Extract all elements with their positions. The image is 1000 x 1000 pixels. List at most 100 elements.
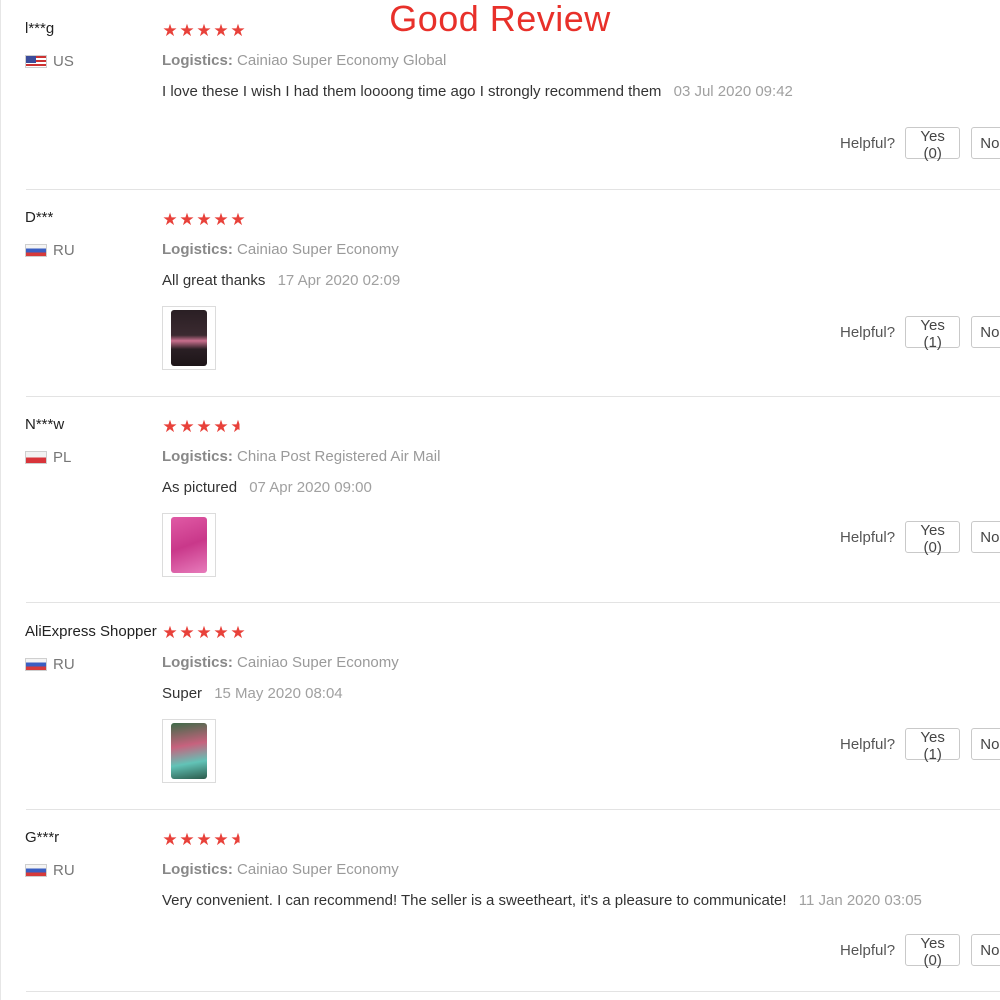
review-body: Super — [162, 685, 203, 702]
review-photo-thumbnail[interactable] — [162, 513, 216, 577]
helpful-label: Helpful? — [840, 323, 896, 341]
star-icon: ★ — [196, 21, 212, 40]
review-date: 15 May 2020 08:04 — [214, 685, 343, 702]
star-icon: ★ — [179, 623, 195, 642]
helpful-yes-button[interactable]: Yes (0) — [905, 934, 961, 969]
review-body: As pictured — [162, 479, 238, 496]
star-icon: ★ — [213, 623, 229, 642]
divider — [26, 991, 1000, 992]
star-rating: ★ ★ ★ ★ ★ — [162, 210, 246, 229]
star-icon: ★ — [162, 417, 178, 436]
star-icon: ★ — [196, 417, 212, 436]
reviewer-name: G***r — [25, 829, 60, 846]
logistics-label: Logistics: — [162, 654, 233, 671]
helpful-controls: Helpful? Yes (0) No — [840, 127, 1000, 162]
review-photo-thumbnail[interactable] — [162, 306, 216, 370]
helpful-controls: Helpful? Yes (0) No — [840, 934, 1000, 969]
helpful-no-button[interactable]: No — [971, 316, 1000, 348]
review-item: D*** RU ★ ★ ★ ★ ★ Logistics: Cainiao Sup… — [0, 190, 1000, 397]
logistics-info: Logistics: Cainiao Super Economy — [162, 861, 399, 878]
star-rating: ★ ★ ★ ★ ★ — [162, 830, 246, 849]
reviewer-country: US — [25, 53, 74, 70]
helpful-no-button[interactable]: No — [971, 934, 1000, 966]
review-text: Super 15 May 2020 08:04 — [162, 685, 343, 702]
reviewer-name: N***w — [25, 416, 65, 433]
ru-flag-icon — [25, 658, 47, 671]
star-rating: ★ ★ ★ ★ ★ — [162, 623, 246, 642]
review-body: I love these I wish I had them loooong t… — [162, 83, 662, 100]
review-item: N***w PL ★ ★ ★ ★ ★ Logistics: China Post… — [0, 397, 1000, 603]
country-code: PL — [53, 449, 72, 466]
helpful-controls: Helpful? Yes (1) No — [840, 316, 1000, 351]
country-code: RU — [53, 242, 75, 259]
ru-flag-icon — [25, 864, 47, 877]
logistics-value: China Post Registered Air Mail — [237, 448, 441, 465]
helpful-no-button[interactable]: No — [971, 127, 1000, 159]
logistics-value: Cainiao Super Economy Global — [237, 52, 447, 69]
reviewer-name: D*** — [25, 209, 54, 226]
star-icon: ★ — [213, 830, 229, 849]
review-text: All great thanks 17 Apr 2020 02:09 — [162, 272, 400, 289]
star-icon: ★ — [230, 21, 246, 40]
star-icon: ★ — [179, 21, 195, 40]
star-icon: ★ — [162, 210, 178, 229]
logistics-info: Logistics: Cainiao Super Economy — [162, 654, 399, 671]
reviewer-name: l***g — [25, 20, 55, 37]
half-star-icon: ★ — [230, 830, 246, 849]
logistics-info: Logistics: China Post Registered Air Mai… — [162, 448, 440, 465]
review-photo-thumbnail[interactable] — [162, 719, 216, 783]
helpful-yes-button[interactable]: Yes (1) — [905, 316, 961, 351]
star-icon: ★ — [162, 830, 178, 849]
product-photo — [171, 723, 207, 779]
star-icon: ★ — [230, 623, 246, 642]
review-date: 07 Apr 2020 09:00 — [249, 479, 372, 496]
reviewer-name: AliExpress Shopper — [25, 623, 157, 640]
star-rating: ★ ★ ★ ★ ★ — [162, 417, 246, 436]
helpful-yes-button[interactable]: Yes (1) — [905, 728, 961, 763]
star-icon: ★ — [213, 21, 229, 40]
us-flag-icon — [25, 55, 47, 68]
helpful-controls: Helpful? Yes (0) No — [840, 521, 1000, 556]
review-date: 11 Jan 2020 03:05 — [798, 892, 922, 909]
helpful-yes-button[interactable]: Yes (0) — [905, 521, 961, 556]
ru-flag-icon — [25, 244, 47, 257]
star-icon: ★ — [179, 417, 195, 436]
star-icon: ★ — [213, 210, 229, 229]
product-photo — [171, 310, 207, 366]
helpful-label: Helpful? — [840, 134, 896, 152]
logistics-label: Logistics: — [162, 241, 233, 258]
reviewer-country: RU — [25, 862, 75, 879]
helpful-no-button[interactable]: No — [971, 521, 1000, 553]
logistics-label: Logistics: — [162, 52, 233, 69]
half-star-icon: ★ — [230, 417, 246, 436]
pl-flag-icon — [25, 451, 47, 464]
helpful-yes-button[interactable]: Yes (0) — [905, 127, 961, 162]
helpful-label: Helpful? — [840, 941, 896, 959]
review-body: All great thanks — [162, 272, 266, 289]
country-code: RU — [53, 656, 75, 673]
helpful-no-button[interactable]: No — [971, 728, 1000, 760]
star-icon: ★ — [196, 210, 212, 229]
helpful-controls: Helpful? Yes (1) No — [840, 728, 1000, 763]
star-rating: ★ ★ ★ ★ ★ — [162, 21, 246, 40]
logistics-value: Cainiao Super Economy — [237, 241, 399, 258]
country-code: US — [53, 53, 74, 70]
star-icon: ★ — [196, 830, 212, 849]
star-icon: ★ — [196, 623, 212, 642]
star-icon: ★ — [179, 830, 195, 849]
review-text: Very convenient. I can recommend! The se… — [162, 892, 922, 909]
product-photo — [171, 517, 207, 573]
review-item: G***r RU ★ ★ ★ ★ ★ Logistics: Cainiao Su… — [0, 810, 1000, 992]
helpful-label: Helpful? — [840, 735, 896, 753]
reviewer-country: RU — [25, 656, 75, 673]
review-body: Very convenient. I can recommend! The se… — [162, 892, 787, 909]
star-icon: ★ — [213, 417, 229, 436]
reviewer-country: RU — [25, 242, 75, 259]
country-code: RU — [53, 862, 75, 879]
review-item: AliExpress Shopper RU ★ ★ ★ ★ ★ Logistic… — [0, 603, 1000, 810]
review-text: As pictured 07 Apr 2020 09:00 — [162, 479, 372, 496]
star-icon: ★ — [162, 21, 178, 40]
star-icon: ★ — [179, 210, 195, 229]
logistics-label: Logistics: — [162, 448, 233, 465]
logistics-info: Logistics: Cainiao Super Economy — [162, 241, 399, 258]
